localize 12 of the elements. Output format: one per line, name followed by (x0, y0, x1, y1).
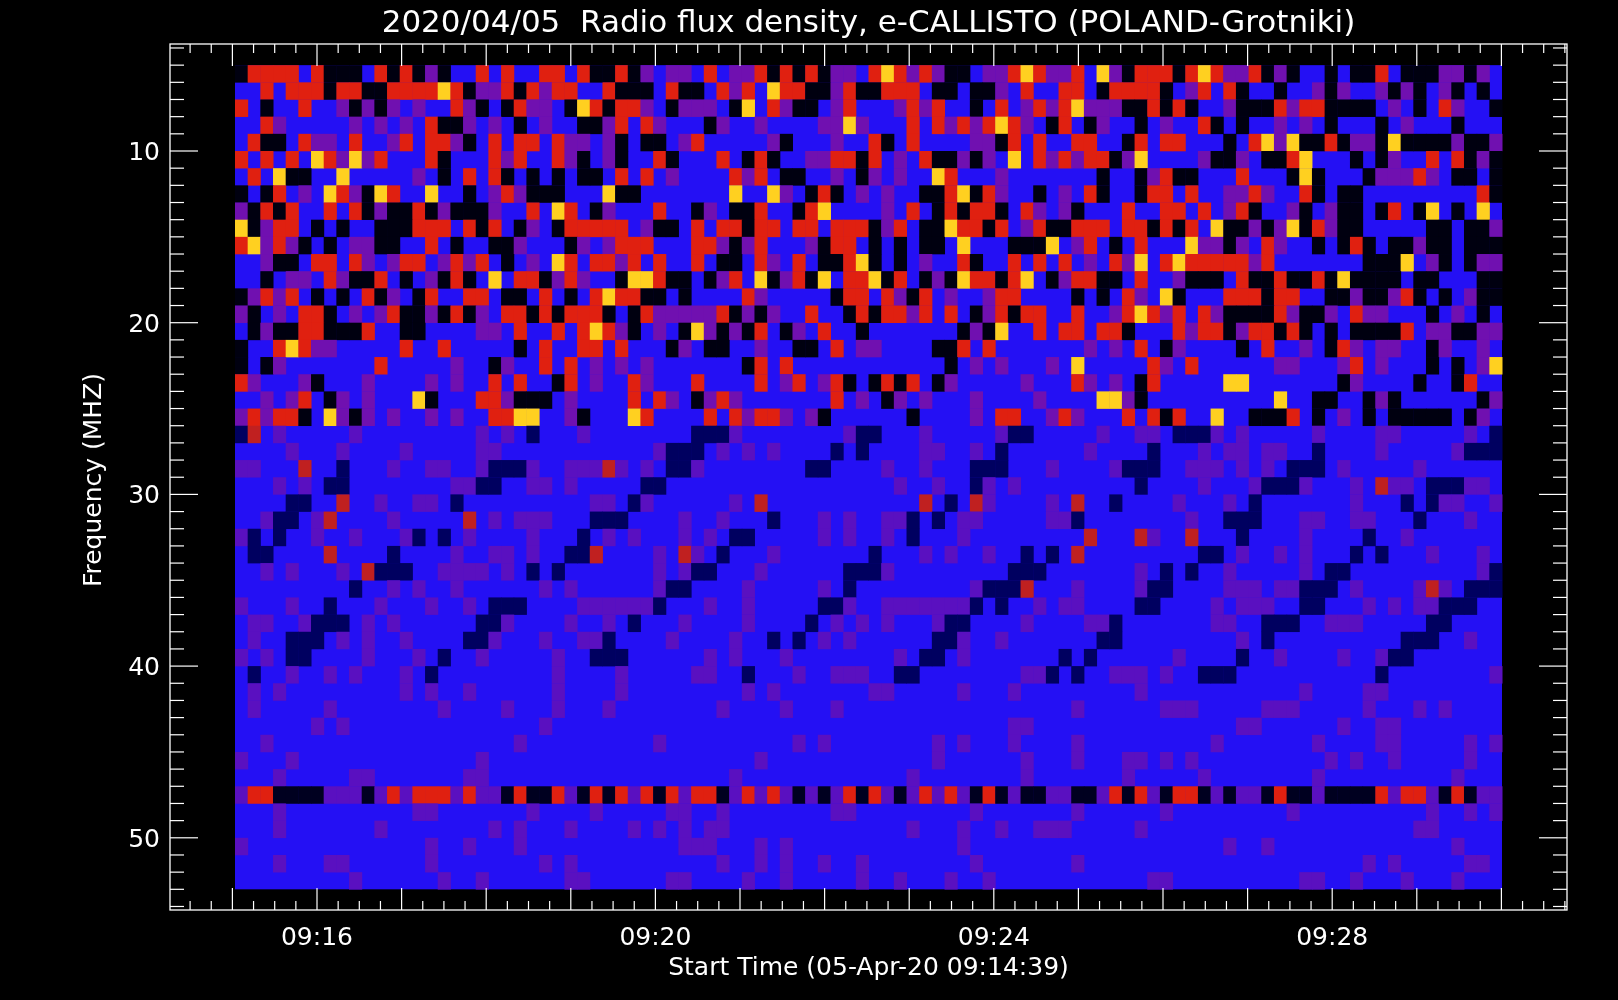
tick-label: 20 (128, 308, 160, 338)
tick-label: 30 (128, 480, 160, 510)
axis-title: Start Time (05-Apr-20 09:14:39) (668, 952, 1069, 981)
tick-label: 50 (128, 823, 160, 853)
tick-label: 09:20 (619, 922, 692, 951)
tick-label: 10 (128, 137, 160, 166)
tick-label: 40 (128, 652, 160, 682)
tick-label: 09:24 (957, 922, 1030, 951)
chart-title: 2020/04/05 Radio flux density, e-CALLISTO (POLAND-Grotniki) (381, 3, 1356, 39)
tick-label: 09:28 (1296, 922, 1369, 951)
tick-label: 09:16 (281, 922, 353, 951)
axis-title: Frequency (MHZ) (78, 372, 107, 588)
